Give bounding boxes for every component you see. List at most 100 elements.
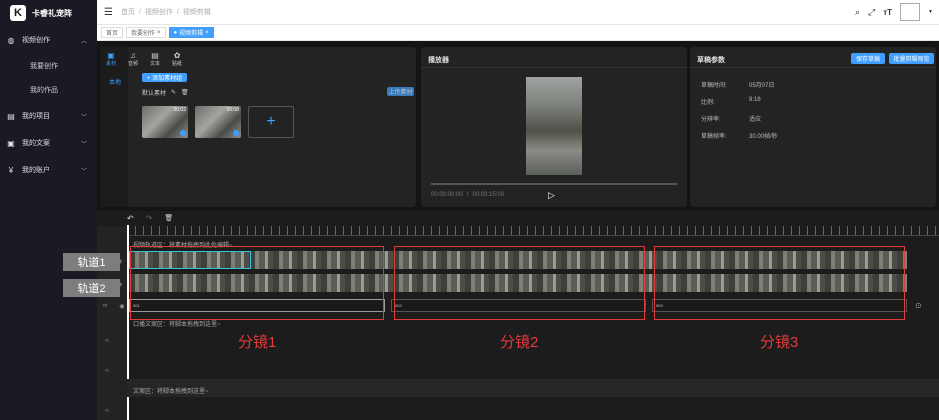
sidebar-item-account[interactable]: ¥ 我的账户 ﹀ [0,158,97,182]
tab-audio[interactable]: ♫ 音频 [128,51,138,67]
material-thumb[interactable]: 00:02 [142,106,188,138]
voice-hint: 口播文案区：将脚本拖拽到这里~ [133,322,221,328]
save-draft-button[interactable]: 保存草稿 [851,53,885,64]
shot-box-1 [130,246,384,320]
delete-icon[interactable]: 🗑 [181,89,189,96]
params-panel: 草稿参数 保存草稿 批量剪辑预览 草稿时间: 05月07日 比例: 9:16 分辨率… [690,47,936,207]
sidebar-item-my-works[interactable]: 我的作品 [0,78,97,102]
link-icon[interactable]: ∞ [103,303,107,310]
tab-sticker[interactable]: ✿ 贴纸 [172,51,182,67]
chevron-down-icon: ﹀ [80,168,87,175]
progress-bar[interactable] [431,183,677,185]
yen-icon: ¥ [8,165,14,175]
video-preview[interactable] [526,77,582,175]
editor-workspace: ▣ 素材 ♫ 音频 ▤ 文本 ✿ 贴纸 本地 + 添加素材组 默认素材 ✎ 🗑 … [97,41,939,420]
upload-material-button[interactable]: 上传素材 [387,87,414,96]
track-label-1: 轨道1 [63,253,120,271]
text-track[interactable] [127,379,939,397]
voice-link-icon[interactable]: ∞ [105,338,109,344]
tab-create[interactable]: 我要创作 × [126,27,166,38]
text-hint: 文案区：将脚本拖拽到这里~ [133,389,209,395]
app-logo[interactable]: K 卡睿礼宠阵 [10,4,95,22]
info-icon [233,130,239,136]
app-title: 卡睿礼宠阵 [32,8,72,18]
media-side [100,47,128,207]
font-size-icon[interactable]: тT [883,8,892,17]
fullscreen-icon[interactable]: ⤢ [868,7,875,18]
media-panel: ▣ 素材 ♫ 音频 ▤ 文本 ✿ 贴纸 本地 + 添加素材组 默认素材 ✎ 🗑 … [100,47,416,207]
tags-view: 首页 我要创作 × ● 视频剪辑 × [97,25,939,41]
search-icon[interactable]: ⌕ [855,7,860,18]
shot-label-3: 分镜3 [760,334,799,351]
header-actions: ⌕ ⤢ тT ▼ [855,3,933,21]
time-current: 00:00:00:00 [431,192,463,198]
player-panel: 播放器 00:00:00:00 / 00:03:15:00 ▷ [421,47,687,207]
dot-icon: ● [173,29,178,36]
material-icon: ▣ [107,51,115,60]
logo-icon: K [10,5,26,21]
sidebar-item-video-create[interactable]: ◍ 视频创作 ︿ [0,28,97,52]
time-ruler[interactable] [127,226,939,236]
doc-icon: ▣ [7,138,15,148]
time-total: 00:03:15:00 [472,192,505,198]
shot-box-2 [394,246,645,320]
params-list: 草稿时间: 05月07日 比例: 9:16 分辨率: 适应 草稿帧率: 30.00帧/秒 [701,83,778,140]
avatar[interactable] [900,3,921,21]
chevron-up-icon: ︿ [80,38,87,45]
play-button[interactable]: ▷ [548,190,555,201]
menu-toggle-icon[interactable]: ☰ [104,7,113,18]
material-group-row: 默认素材 ✎ 🗑 [142,88,189,97]
breadcrumb-home[interactable]: 首页 [121,7,135,17]
tab-home[interactable]: 首页 [101,27,124,38]
shot-label-2: 分镜2 [500,334,539,351]
close-icon[interactable]: × [157,30,161,36]
tab-video-edit[interactable]: ● 视频剪辑 × [168,27,214,38]
audio-track-controls: ∞ ◉ [103,303,125,310]
sidebar-item-label: 我的文案 [22,140,50,147]
info-icon [180,130,186,136]
sidebar-item-label: 我的项目 [22,113,50,120]
add-material-tile[interactable]: + [248,106,294,138]
folder-icon: ▤ [7,111,15,121]
breadcrumb-video-edit: 视频剪辑 [182,9,211,16]
sidebar-item-scripts[interactable]: ▣ 我的文案 ﹀ [0,131,97,155]
chevron-down-icon: ﹀ [80,141,87,148]
close-icon[interactable]: × [205,30,209,36]
track-label-2: 轨道2 [63,279,120,297]
tab-material[interactable]: ▣ 素材 [106,51,116,67]
breadcrumb: 首页 / 视频创作 / 视频剪辑 [120,7,211,17]
sidebar-item-projects[interactable]: ▤ 我的项目 ﹀ [0,104,97,128]
params-title: 草稿参数 [697,57,725,64]
material-thumb[interactable]: 00:08 [195,106,241,138]
sticker-icon: ✿ [173,51,181,60]
globe-icon: ◍ [7,35,15,45]
player-title: 播放器 [428,57,449,64]
time-display: 00:00:00:00 / 00:03:15:00 [431,192,505,198]
caret-down-icon[interactable]: ▼ [928,9,933,15]
shot-box-3 [654,246,905,320]
trash-icon[interactable]: 🗑 [164,214,173,223]
text-icon: ▤ [151,51,159,60]
edit-icon[interactable]: ✎ [171,89,176,96]
source-local[interactable]: 本地 [109,77,121,86]
text-link-icon[interactable]: ∞ [105,408,109,414]
redo-icon[interactable]: ↷ [146,214,153,223]
audio-icon: ♫ [130,51,137,60]
tab-text[interactable]: ▤ 文本 [150,51,160,67]
voice-link-icon[interactable]: ∞ [105,368,109,374]
target-icon[interactable]: ⊙ [915,301,922,310]
sidebar-item-create[interactable]: 我要创作 [0,54,97,78]
breadcrumb-video-create[interactable]: 视频创作 [145,7,173,17]
eye-icon[interactable]: ◉ [119,303,124,310]
shot-label-1: 分镜1 [238,334,277,351]
sidebar-item-label: 我的账户 [22,167,50,174]
undo-icon[interactable]: ↶ [127,214,134,223]
chevron-down-icon: ﹀ [80,114,87,121]
batch-preview-button[interactable]: 批量剪辑预览 [889,53,934,64]
media-tabs: ▣ 素材 ♫ 音频 ▤ 文本 ✿ 贴纸 [106,51,182,67]
timeline-toolbar: ↶ ↷ 🗑 [127,214,173,223]
top-header: ☰ 首页 / 视频创作 / 视频剪辑 ⌕ ⤢ тT ▼ [97,0,939,25]
group-label: 默认素材 [142,91,167,97]
add-material-group-button[interactable]: + 添加素材组 [142,73,187,82]
sidebar: K 卡睿礼宠阵 ◍ 视频创作 ︿ 我要创作 我的作品 ▤ 我的项目 ﹀ ▣ 我的… [0,0,97,420]
